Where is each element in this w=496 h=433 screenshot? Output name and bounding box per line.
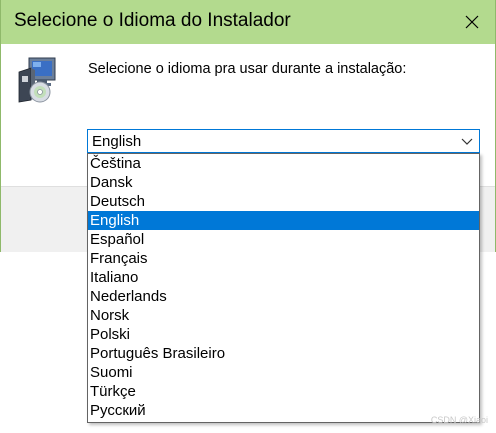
language-select[interactable]: English (87, 129, 480, 153)
language-option[interactable]: Čeština (88, 154, 479, 173)
language-option[interactable]: Suomi (88, 363, 479, 382)
watermark: CSDN @Xiaoi (430, 415, 488, 425)
language-option[interactable]: Português Brasileiro (88, 344, 479, 363)
setup-installer-icon (18, 57, 56, 103)
language-option[interactable]: Dansk (88, 173, 479, 192)
language-option[interactable]: Nederlands (88, 287, 479, 306)
language-select-value: English (92, 133, 142, 150)
language-option-selected[interactable]: English (88, 211, 479, 230)
close-icon (465, 15, 479, 29)
language-option[interactable]: Norsk (88, 306, 479, 325)
language-option[interactable]: Deutsch (88, 192, 479, 211)
language-option[interactable]: Türkçe (88, 382, 479, 401)
close-button[interactable] (449, 0, 495, 44)
language-option[interactable]: Español (88, 230, 479, 249)
chevron-down-icon[interactable] (461, 136, 473, 146)
window-title: Selecione o Idioma do Instalador (14, 10, 291, 31)
instruction-text: Selecione o idioma pra usar durante a in… (88, 61, 407, 77)
language-dropdown-list[interactable]: Čeština Dansk Deutsch English Español Fr… (87, 153, 480, 423)
language-option[interactable]: Polski (88, 325, 479, 344)
language-option[interactable]: Italiano (88, 268, 479, 287)
title-bar[interactable]: Selecione o Idioma do Instalador (1, 0, 495, 44)
language-option[interactable]: Français (88, 249, 479, 268)
language-option[interactable]: Русский (88, 401, 479, 420)
screen: Selecione o Idioma do Instalador Selecio… (0, 0, 496, 433)
